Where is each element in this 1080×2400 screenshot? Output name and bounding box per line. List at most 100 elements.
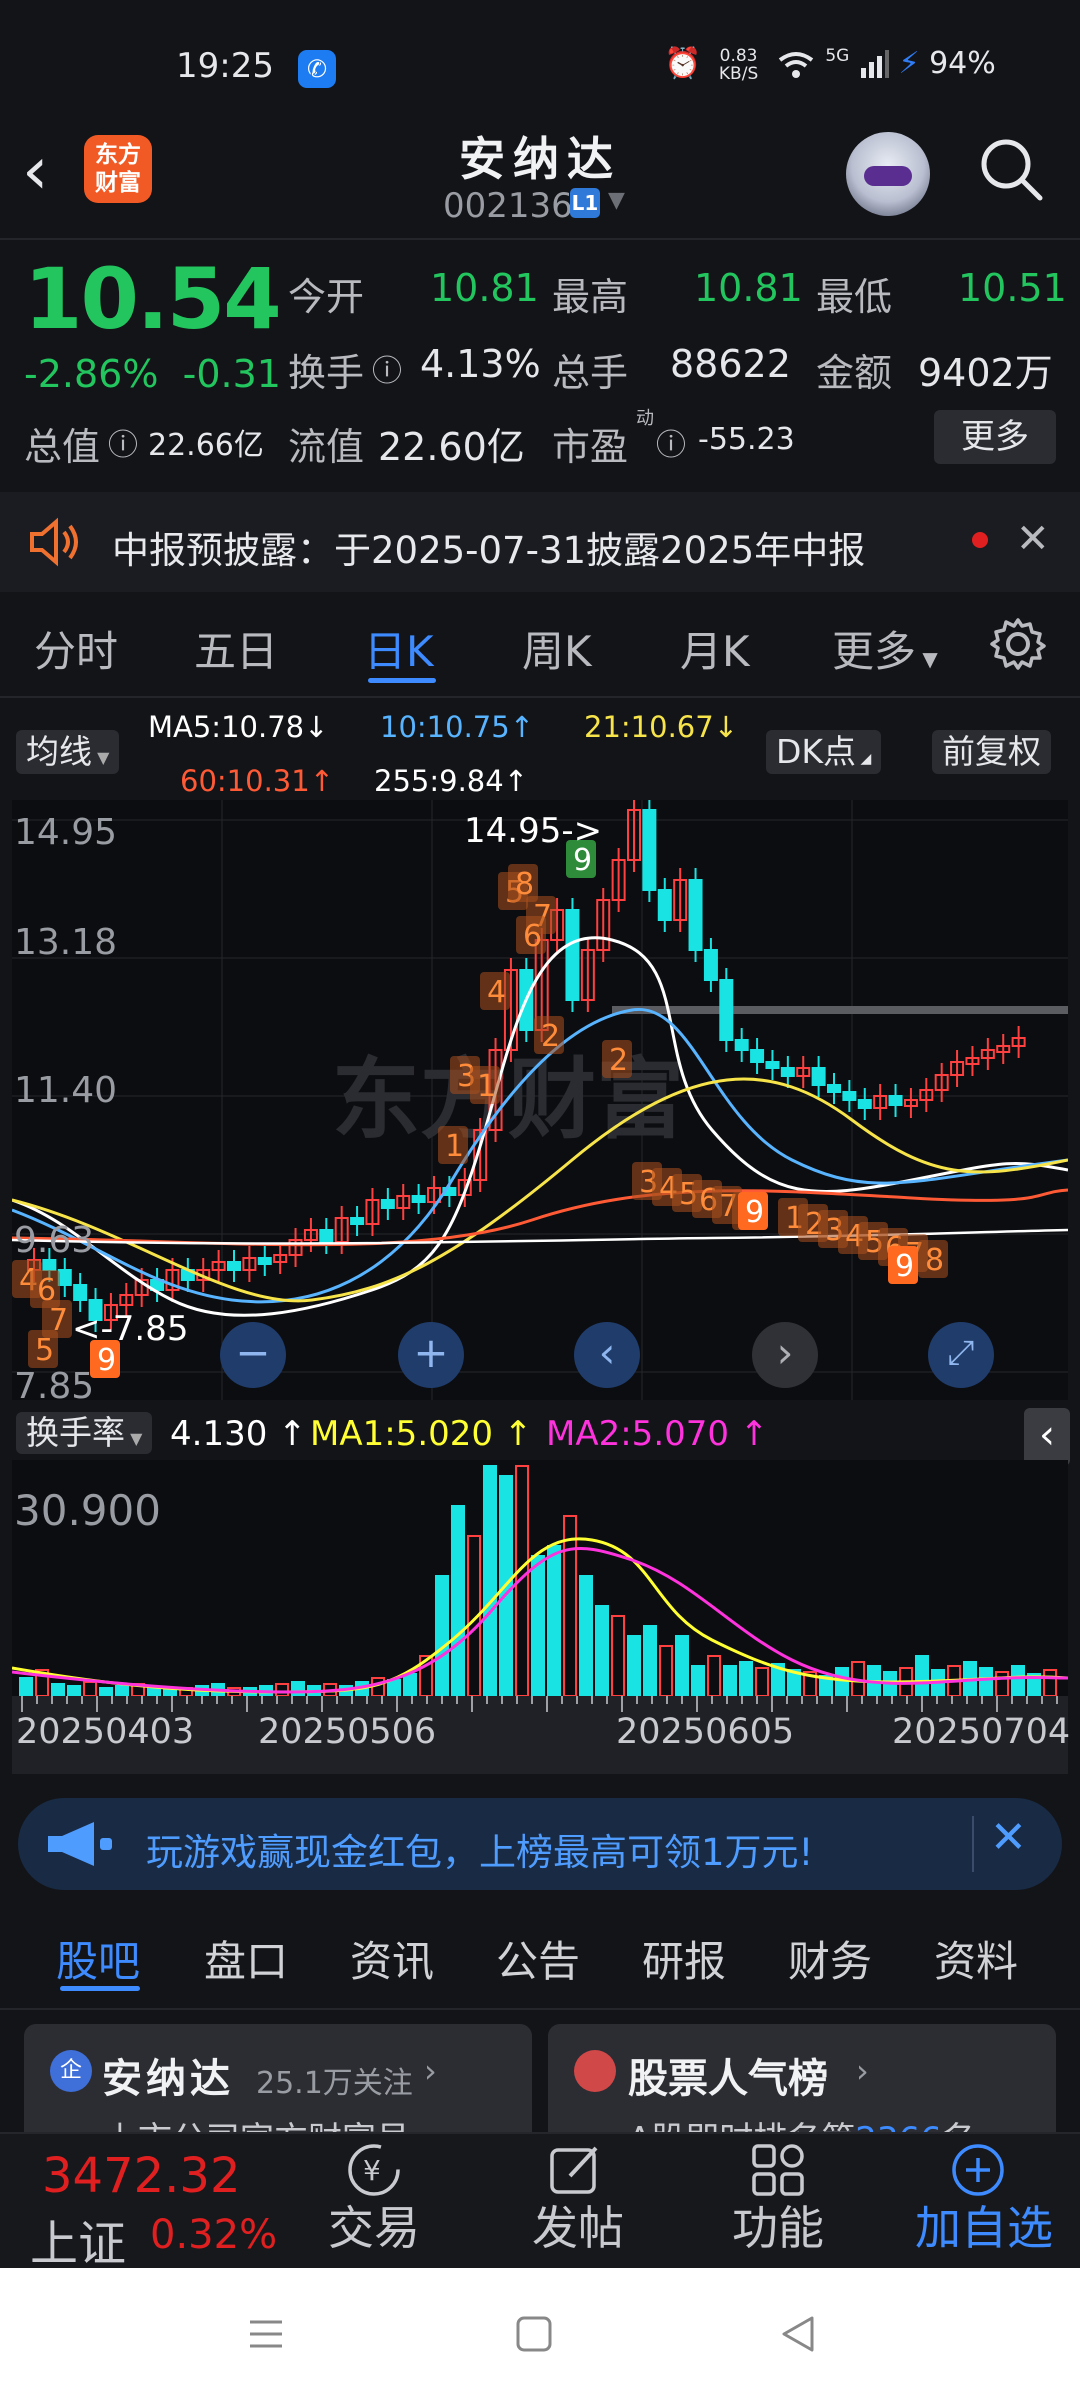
close-icon[interactable]: ✕ — [990, 1812, 1027, 1863]
collapse-left-icon[interactable]: ‹ — [1024, 1408, 1070, 1466]
td-mark: 2 — [602, 1040, 632, 1078]
fullscreen-button[interactable]: ⤢ — [928, 1322, 994, 1388]
open-label: 今开 — [288, 275, 365, 319]
td-mark-label: 9 — [895, 1249, 914, 1284]
amount-label: 金额 — [816, 351, 893, 395]
ma5-value: MA5:10.78 — [148, 710, 305, 744]
tab-more-label: 更多 — [832, 627, 917, 676]
trade-icon[interactable]: ¥ — [346, 2142, 402, 2198]
function-button[interactable]: 功能 — [708, 2192, 848, 2258]
candle-body — [319, 1229, 334, 1243]
turnover-bar — [595, 1605, 609, 1697]
info-icon[interactable]: ⓘ — [656, 420, 686, 464]
candle-body — [227, 1261, 241, 1271]
y-label-4: 9.63 — [14, 1220, 95, 1261]
assistant-robot-icon[interactable] — [846, 132, 930, 216]
close-icon[interactable]: ✕ — [1016, 516, 1050, 562]
y-label-top: 14.95 — [14, 812, 118, 853]
ad-banner[interactable]: 玩游戏赢现金红包，上榜最高可领1万元! ✕ — [18, 1798, 1062, 1890]
date-label-1: 20250403 — [16, 1712, 195, 1752]
candle-body — [688, 879, 703, 951]
signal-icon — [860, 49, 889, 78]
info-icon[interactable]: ⓘ — [372, 346, 402, 390]
zoom-in-button[interactable]: + — [398, 1322, 464, 1388]
tab-more[interactable]: 更多 ▼ — [832, 618, 938, 679]
tab-weekly-k[interactable]: 周K — [522, 618, 592, 679]
tab-guba[interactable]: 股吧 — [56, 1928, 140, 1989]
tab-finance[interactable]: 财务 — [788, 1928, 872, 1989]
post-button[interactable]: 发帖 — [508, 2192, 648, 2258]
low-label: 最低 — [816, 275, 893, 319]
add-circle-icon[interactable] — [950, 2142, 1006, 2198]
tab-five-day[interactable]: 五日 — [194, 618, 278, 679]
td-mark: 9 — [888, 1246, 918, 1284]
back-icon[interactable] — [778, 2314, 818, 2354]
date-label-2: 20250506 — [258, 1712, 437, 1752]
compose-icon[interactable] — [548, 2142, 604, 2198]
candle-body — [888, 1095, 903, 1106]
dk-point-toggle[interactable]: DK点 ◢ — [766, 730, 882, 774]
candle-body — [765, 1061, 780, 1069]
td-mark: 2 — [534, 1016, 564, 1054]
company-card[interactable]: 企 安纳达 25.1万关注 › 上市公司官方财富号 — [24, 2024, 532, 2144]
l1-badge[interactable]: L1 — [570, 188, 600, 218]
tab-pankou[interactable]: 盘口 — [204, 1928, 288, 1989]
candlestick-chart[interactable]: 东方财富 58764231129345678123456789946759 14… — [12, 800, 1068, 1400]
float-value: 22.60亿 — [378, 425, 525, 469]
index-name[interactable]: 上证 — [30, 2204, 126, 2274]
tab-daily-k[interactable]: 日K — [364, 618, 434, 679]
phone-call-icon: ✆ — [298, 50, 336, 88]
candle-body — [57, 1269, 72, 1286]
ma255-legend: 255:9.84↑ — [374, 764, 529, 798]
add-watchlist-button[interactable]: 加自选 — [904, 2192, 1064, 2258]
turnover-bar — [99, 1687, 113, 1697]
indicator-selector[interactable]: 换手率 ▼ — [16, 1412, 153, 1454]
ma21-legend: 21:10.67↓ — [584, 710, 739, 744]
notice-bar[interactable]: 中报预披露：于2025-07-31披露2025年中报 — [0, 492, 1080, 592]
turnover-bar — [67, 1685, 81, 1697]
candle-body — [565, 909, 580, 1001]
adjust-selector[interactable]: 前复权 — [932, 730, 1051, 774]
pe-label: 市盈 — [552, 425, 629, 469]
ma-selector-label: 均线 — [26, 732, 92, 771]
tab-monthly-k[interactable]: 月K — [680, 618, 750, 679]
gear-icon[interactable] — [990, 616, 1046, 672]
tab-intraday[interactable]: 分时 — [34, 618, 118, 679]
candle-body — [703, 949, 718, 981]
popularity-card[interactable]: 股票人气榜 › A股即时排名第2366名 — [548, 2024, 1056, 2144]
notice-text: 中报预披露：于2025-07-31披露2025年中报 — [112, 529, 866, 572]
ranking-icon — [574, 2050, 616, 2092]
search-icon[interactable] — [978, 136, 1044, 202]
grid-icon[interactable] — [750, 2142, 806, 2198]
system-icons: ⏰ 0.83 KB/S 5G ⚡ 94% — [664, 46, 996, 83]
turnover-bar — [627, 1635, 641, 1697]
candle-body — [42, 1259, 57, 1271]
min-price-marker: <-7.85 — [72, 1309, 188, 1349]
ma-selector[interactable]: 均线 ▼ — [16, 730, 120, 774]
date-label-4: 20250704 — [892, 1712, 1071, 1752]
stock-code: 002136 — [443, 186, 573, 226]
prev-button[interactable]: ‹ — [574, 1322, 640, 1388]
next-button[interactable]: › — [752, 1322, 818, 1388]
tab-announcements[interactable]: 公告 — [496, 1928, 580, 1989]
zoom-out-button[interactable]: − — [220, 1322, 286, 1388]
tabs-divider — [0, 2008, 1080, 2010]
index-value[interactable]: 3472.32 — [42, 2148, 241, 2204]
indicator-selector-label: 换手率 — [26, 1413, 125, 1452]
trade-button[interactable]: 交易 — [304, 2192, 444, 2258]
more-button[interactable]: 更多 — [934, 410, 1056, 464]
info-icon[interactable]: ⓘ — [108, 420, 138, 464]
home-icon[interactable] — [514, 2314, 554, 2354]
td-mark-label: 2 — [609, 1043, 628, 1078]
signal-type: 5G — [825, 46, 850, 66]
ad-text: 玩游戏赢现金红包，上榜最高可领1万元! — [146, 1831, 814, 1874]
chevron-down-icon[interactable]: ▼ — [608, 188, 625, 213]
mcap-value: 22.66亿 — [148, 428, 264, 463]
high-label: 最高 — [552, 275, 629, 319]
menu-icon[interactable] — [246, 2314, 286, 2354]
tab-news[interactable]: 资讯 — [350, 1928, 434, 1989]
tab-profile[interactable]: 资料 — [934, 1928, 1018, 1989]
candle-body — [657, 889, 672, 921]
tab-research[interactable]: 研报 — [642, 1928, 726, 1989]
dk-point-label: DK点 — [776, 732, 857, 771]
